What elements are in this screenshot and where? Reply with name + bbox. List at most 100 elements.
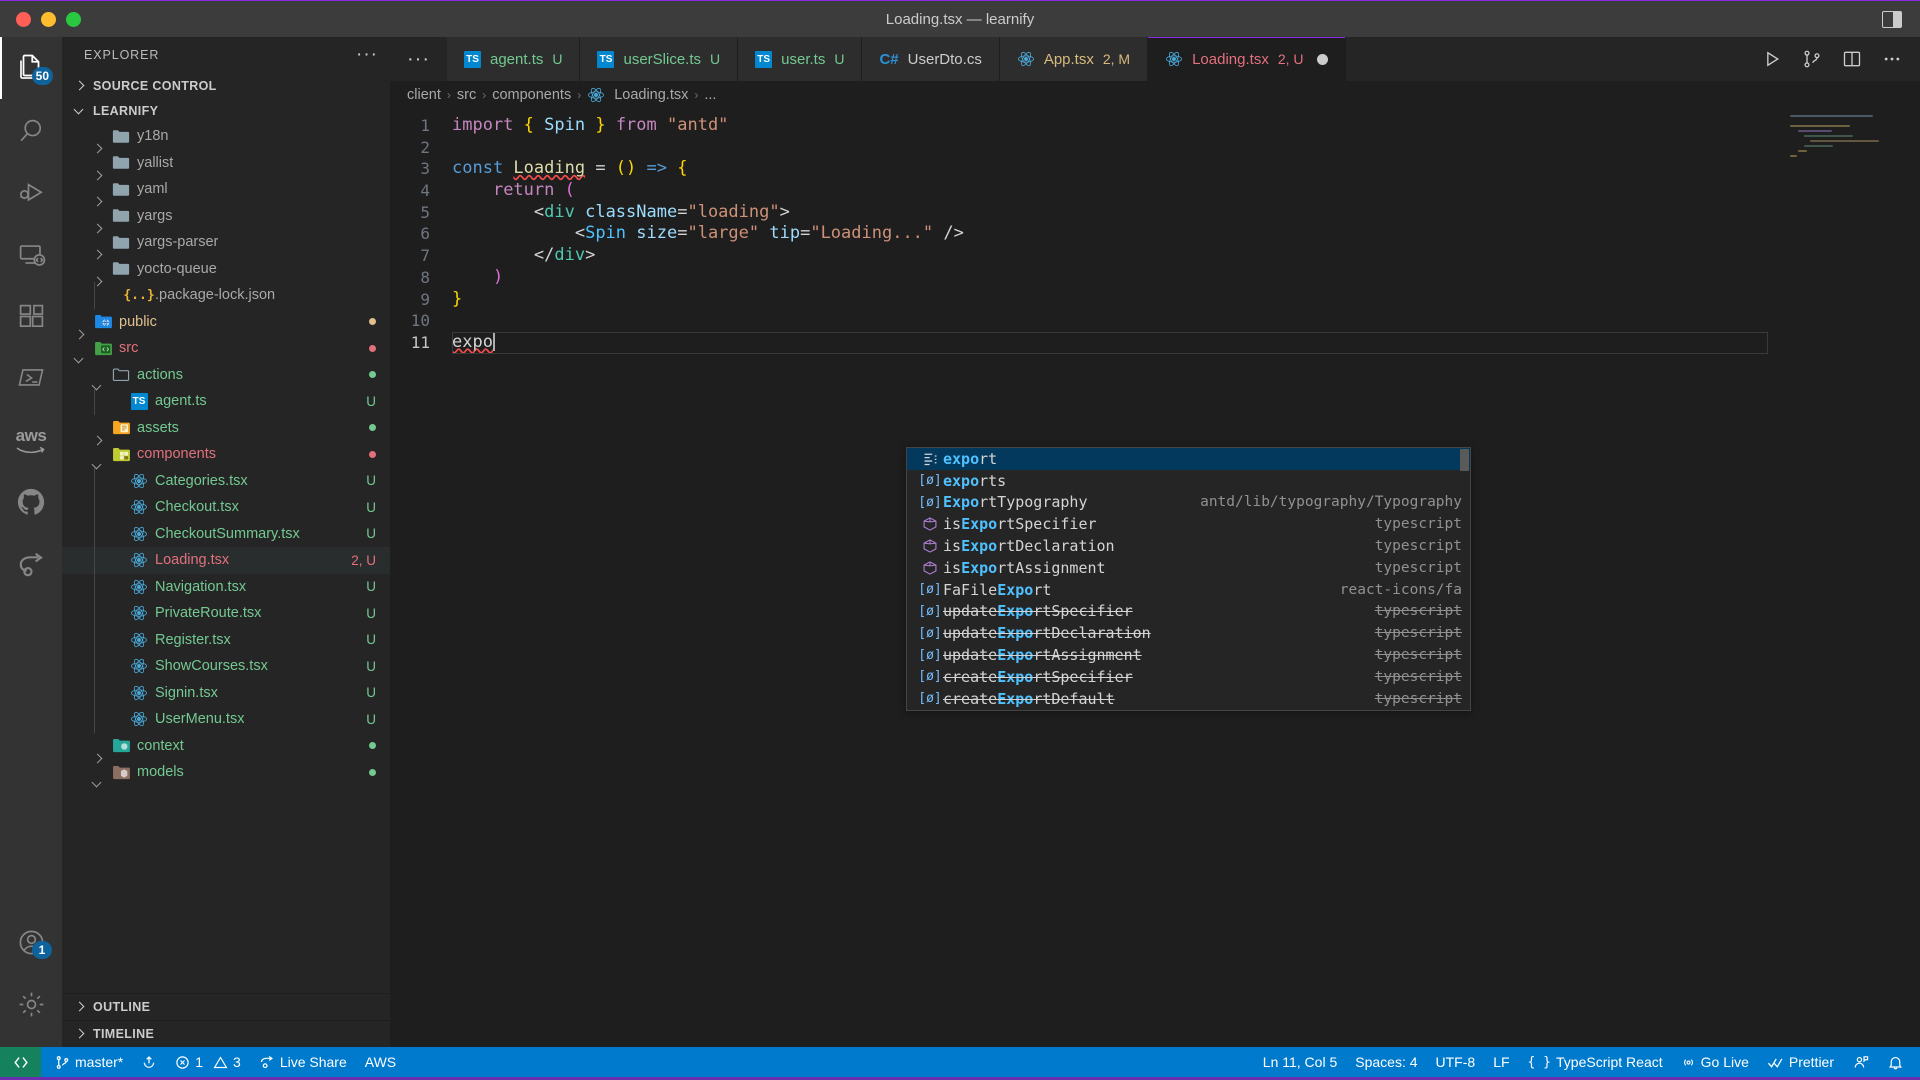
status-live-share[interactable]: Live Share (250, 1047, 356, 1077)
tree-folder-y18n[interactable]: y18n (62, 123, 390, 150)
activity-item-run-and-debug[interactable] (0, 161, 62, 223)
tree-folder-models[interactable]: models (62, 759, 390, 786)
suggest-item[interactable]: [ø] ExportTypography antd/lib/typography/T… (907, 492, 1470, 514)
breadcrumb-item[interactable]: client (407, 87, 441, 103)
section-source-control[interactable]: SOURCE CONTROL (62, 73, 390, 98)
status-problems[interactable]: 1 3 (166, 1047, 250, 1077)
status-eol[interactable]: LF (1484, 1047, 1518, 1077)
tree-file-register.tsx[interactable]: Register.tsx U (62, 626, 390, 653)
close-window-button[interactable] (16, 11, 31, 27)
tree-folder-actions[interactable]: actions (62, 362, 390, 389)
tree-file-categories.tsx[interactable]: Categories.tsx U (62, 467, 390, 494)
tree-item-icon (128, 710, 150, 728)
tree-file-checkout.tsx[interactable]: Checkout.tsx U (62, 494, 390, 521)
suggest-item[interactable]: [ø] updateExportSpecifier typescript (907, 601, 1470, 623)
breadcrumb-item[interactable]: Loading.tsx (614, 87, 688, 103)
tab-userslice-ts[interactable]: TS userSlice.ts U (580, 37, 739, 81)
sidebar-more-actions-button[interactable]: ··· (356, 45, 378, 64)
activity-item-github[interactable] (0, 471, 62, 533)
tree-file-privateroute.tsx[interactable]: PrivateRoute.tsx U (62, 600, 390, 627)
tree-folder-context[interactable]: context (62, 733, 390, 760)
activity-item-live-share[interactable] (0, 533, 62, 595)
ellipsis-icon[interactable] (1882, 49, 1902, 69)
tree-indent-guide (94, 573, 95, 600)
breadcrumb-item[interactable]: src (457, 87, 476, 103)
tree-item-status: U (366, 500, 390, 515)
activity-item-aws-toolkit[interactable]: aws (0, 409, 62, 471)
status-branch[interactable]: master* (41, 1047, 132, 1077)
tree-folder-assets[interactable]: assets (62, 415, 390, 442)
activity-item-remote-explorer[interactable] (0, 223, 62, 285)
tree-item-git-status: U (366, 473, 376, 489)
tree-file-agent.ts[interactable]: TS agent.ts U (62, 388, 390, 415)
activity-item-settings[interactable] (0, 973, 62, 1035)
suggest-item[interactable]: isExportAssignment typescript (907, 557, 1470, 579)
status-feedback[interactable] (1843, 1047, 1878, 1077)
suggest-item[interactable]: [ø] FaFileExport react-icons/fa (907, 579, 1470, 601)
tab-user-ts[interactable]: TS user.ts U (738, 37, 863, 81)
tree-file-navigation.tsx[interactable]: Navigation.tsx U (62, 573, 390, 600)
tree-folder-yallist[interactable]: yallist (62, 150, 390, 177)
tree-file-.package-lock.json[interactable]: {..} .package-lock.json (62, 282, 390, 309)
tab-loading-tsx[interactable]: Loading.tsx 2, U (1148, 37, 1346, 81)
tree-file-loading.tsx[interactable]: Loading.tsx 2, U (62, 547, 390, 574)
suggest-item[interactable]: export (907, 448, 1470, 470)
tree-folder-src[interactable]: src (62, 335, 390, 362)
layout-panel-icon[interactable] (1882, 10, 1902, 28)
suggest-item-detail: typescript (1374, 690, 1462, 707)
suggest-widget[interactable]: export [ø] exports [ø] ExportTypography antd/… (906, 447, 1471, 711)
activity-item-explorer[interactable]: 50 (0, 37, 62, 99)
tree-file-signin.tsx[interactable]: Signin.tsx U (62, 679, 390, 706)
activity-item-extensions[interactable] (0, 285, 62, 347)
minimap[interactable] (1790, 115, 1902, 175)
status-prettier[interactable]: Prettier (1758, 1047, 1843, 1077)
suggest-item[interactable]: [ø] createExportSpecifier typescript (907, 666, 1470, 688)
code-editor[interactable]: 1 import { Spin } from "antd" 2 3 const Load… (390, 109, 1920, 1047)
minimize-window-button[interactable] (41, 11, 56, 27)
suggest-scrollbar[interactable] (1460, 449, 1469, 471)
breadcrumb-item[interactable]: components (492, 87, 571, 103)
suggest-item[interactable]: isExportSpecifier typescript (907, 513, 1470, 535)
branch-icon[interactable] (1802, 49, 1822, 69)
tree-folder-yaml[interactable]: yaml (62, 176, 390, 203)
status-aws[interactable]: AWS (356, 1047, 405, 1077)
status-go-live[interactable]: Go Live (1672, 1047, 1758, 1077)
tree-folder-components[interactable]: components (62, 441, 390, 468)
split-icon[interactable] (1842, 49, 1862, 69)
zoom-window-button[interactable] (66, 11, 81, 27)
tab-app-tsx[interactable]: App.tsx 2, M (999, 37, 1149, 81)
tab-userdto-cs[interactable]: C# UserDto.cs (862, 37, 1000, 81)
status-remote-indicator[interactable] (0, 1047, 41, 1077)
tab-agent-ts[interactable]: TS agent.ts U (446, 37, 581, 81)
tree-folder-yargs[interactable]: yargs (62, 203, 390, 230)
status-encoding[interactable]: UTF-8 (1427, 1047, 1485, 1077)
tree-file-usermenu.tsx[interactable]: UserMenu.tsx U (62, 706, 390, 733)
activity-item-terminal-powershell[interactable] (0, 347, 62, 409)
status-language-mode[interactable]: { } TypeScript React (1519, 1047, 1672, 1077)
tree-folder-public[interactable]: public (62, 309, 390, 336)
suggest-item[interactable]: [ø] exports (907, 470, 1470, 492)
tab-dirty-indicator[interactable] (1316, 53, 1328, 65)
breadcrumb-item[interactable]: ... (704, 87, 716, 103)
tree-file-checkoutsummary.tsx[interactable]: CheckoutSummary.tsx U (62, 520, 390, 547)
activity-item-accounts[interactable]: 1 (0, 911, 62, 973)
suggest-item[interactable]: [ø] createExportDefault typescript (907, 688, 1470, 710)
suggest-item[interactable]: [ø] updateExportDeclaration typescript (907, 622, 1470, 644)
tree-folder-yargs-parser[interactable]: yargs-parser (62, 229, 390, 256)
status-indentation[interactable]: Spaces: 4 (1346, 1047, 1426, 1077)
section-timeline[interactable]: TIMELINE (62, 1020, 390, 1047)
react-icon (130, 657, 148, 675)
section-learnify[interactable]: LEARNIFY (62, 98, 390, 123)
suggest-item[interactable]: [ø] updateExportAssignment typescript (907, 644, 1470, 666)
tabs-overflow-button[interactable]: ··· (390, 37, 447, 81)
tree-file-showcourses.tsx[interactable]: ShowCourses.tsx U (62, 653, 390, 680)
status-notifications[interactable] (1878, 1047, 1920, 1077)
play-icon[interactable] (1762, 49, 1782, 69)
tree-folder-yocto-queue[interactable]: yocto-queue (62, 256, 390, 283)
status-sync[interactable] (132, 1047, 166, 1077)
tree-item-icon (92, 314, 114, 329)
section-outline[interactable]: OUTLINE (62, 993, 390, 1020)
activity-item-search[interactable] (0, 99, 62, 161)
status-cursor-position[interactable]: Ln 11, Col 5 (1254, 1047, 1346, 1077)
suggest-item[interactable]: isExportDeclaration typescript (907, 535, 1470, 557)
